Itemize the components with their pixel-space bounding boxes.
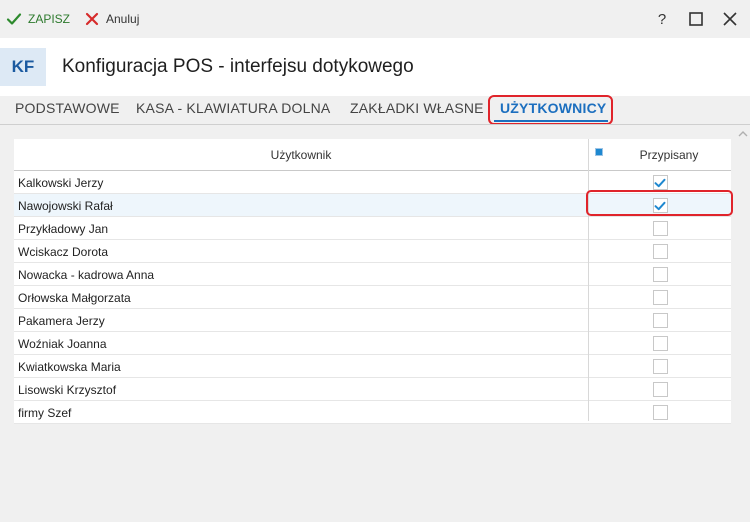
assigned-checkbox[interactable] [652,359,668,374]
close-icon [723,12,737,26]
page-title: Konfiguracja POS - interfejsu dotykowego [62,56,414,77]
user-name-cell: Woźniak Joanna [18,336,107,351]
column-divider [588,139,589,421]
table-row[interactable]: Woźniak Joanna [14,332,731,355]
chevron-up-icon [738,131,748,137]
column-header-user[interactable]: Użytkownik [14,139,588,171]
user-name-cell: Kalkowski Jerzy [18,175,104,190]
assigned-cell [589,332,731,355]
table-row[interactable]: Pakamera Jerzy [14,309,731,332]
user-name-cell: Lisowski Krzysztof [18,382,117,397]
tab-kasa-klawiatura-dolna[interactable]: KASA - KLAWIATURA DOLNA [136,100,330,116]
assigned-cell [589,355,731,378]
assigned-checkbox[interactable] [652,405,668,420]
assigned-cell [589,217,731,240]
close-x-icon [84,11,100,27]
assigned-cell [589,240,731,263]
tab-podstawowe[interactable]: PODSTAWOWE [15,100,120,116]
help-icon: ? [657,10,667,28]
assigned-cell [589,378,731,401]
users-grid: Użytkownik Przypisany Kalkowski Jerzy Naw… [14,139,731,424]
user-name-cell: Przykładowy Jan [18,221,109,236]
help-button[interactable]: ? [652,9,672,29]
maximize-button[interactable] [686,9,706,29]
table-row[interactable]: Wciskacz Dorota [14,240,731,263]
highlight-frame-row [586,190,733,216]
cancel-label: Anuluj [106,12,140,26]
assigned-checkbox[interactable] [652,290,668,305]
user-name-cell: Nowacka - kadrowa Anna [18,267,155,282]
table-row[interactable]: Orłowska Małgorzata [14,286,731,309]
checkmark-icon [6,11,22,27]
assigned-cell [589,401,731,424]
highlight-frame-tab [488,95,613,125]
user-name-cell: Orłowska Małgorzata [18,290,131,305]
table-row[interactable]: Nowacka - kadrowa Anna [14,263,731,286]
user-name-cell: firmy Szef [18,405,72,420]
grid-header: Użytkownik Przypisany [14,139,731,171]
cancel-button[interactable]: Anuluj [84,9,139,29]
table-row[interactable]: Kwiatkowska Maria [14,355,731,378]
assigned-checkbox[interactable] [652,244,668,259]
assigned-checkbox[interactable] [652,313,668,328]
assigned-checkbox[interactable] [652,382,668,397]
assigned-cell [589,263,731,286]
assigned-cell [589,309,731,332]
user-name-cell: Wciskacz Dorota [18,244,109,259]
tab-bar: PODSTAWOWE KASA - KLAWIATURA DOLNA ZAKŁA… [0,96,750,124]
table-row[interactable]: firmy Szef [14,401,731,424]
user-name-cell: Nawojowski Rafał [18,198,113,213]
tab-zakladki-wlasne[interactable]: ZAKŁADKI WŁASNE [350,100,484,116]
column-header-assigned[interactable]: Przypisany [589,139,731,171]
assigned-checkbox[interactable] [652,221,668,236]
scroll-up-button[interactable] [737,126,749,137]
assigned-checkbox[interactable] [652,175,668,190]
assigned-cell [589,286,731,309]
user-name-cell: Pakamera Jerzy [18,313,105,328]
close-window-button[interactable] [720,9,740,29]
save-button[interactable]: ZAPISZ [6,9,70,29]
check-icon [654,178,666,187]
table-row[interactable]: Przykładowy Jan [14,217,731,240]
maximize-icon [689,12,703,26]
divider [0,124,750,125]
save-label: ZAPISZ [28,12,71,26]
assigned-checkbox[interactable] [652,336,668,351]
assigned-checkbox[interactable] [652,267,668,282]
header: KF Konfiguracja POS - interfejsu dotykow… [0,38,750,96]
toolbar: ZAPISZ Anuluj ? [0,0,750,38]
user-name-cell: Kwiatkowska Maria [18,359,121,374]
module-badge: KF [0,48,46,86]
table-row[interactable]: Lisowski Krzysztof [14,378,731,401]
